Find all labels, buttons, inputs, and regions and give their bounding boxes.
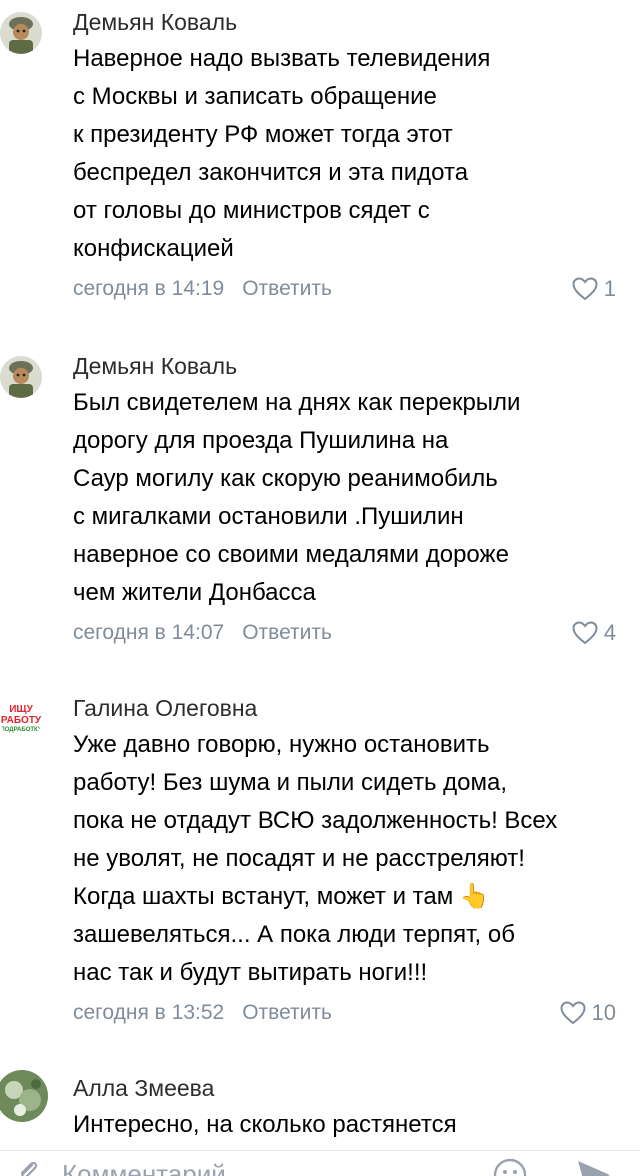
like-button[interactable]: 4 [572,620,616,646]
comment-time: сегодня в 13:52 [73,1001,225,1024]
avatar-text-line: РАБОТУ [0,715,42,726]
comment-text: Уже давно говорю, нужно остановить работ… [73,731,558,986]
heart-icon [572,621,598,645]
comment-input[interactable]: Комментарий [62,1159,226,1176]
emoji-icon[interactable] [492,1157,528,1176]
send-icon[interactable] [574,1157,614,1176]
attach-icon[interactable] [14,1157,42,1176]
avatar[interactable] [0,1070,48,1122]
avatar[interactable] [0,356,42,398]
comment-text: Наверное надо вызвать телевидения с Моск… [73,45,491,262]
comment-author[interactable]: Демьян Коваль [73,352,616,380]
comment-author[interactable]: Демьян Коваль [73,8,616,36]
avatar[interactable]: ИЩУ РАБОТУ ПОДРАБОТКУ [0,698,42,740]
like-count: 10 [591,1000,616,1025]
avatar-image [0,12,42,54]
like-count: 1 [603,276,616,301]
like-button[interactable]: 1 [572,276,616,302]
comment-author[interactable]: Алла Змеева [73,1074,616,1102]
like-count: 4 [603,620,616,645]
comment: ИЩУ РАБОТУ ПОДРАБОТКУ Галина Олеговна Уж… [0,694,640,1030]
reply-button[interactable]: Ответить [242,621,332,645]
avatar-text-line: ПОДРАБОТКУ [0,727,42,733]
comment-meta: сегодня в 14:19 Ответить 1 [73,272,616,306]
comment-meta: сегодня в 14:07 Ответить 4 [73,616,616,650]
comment-meta: сегодня в 13:52 Ответить 10 [73,996,616,1030]
comment-text: Был свидетелем на днях как перекрыли дор… [73,389,521,606]
comment-time: сегодня в 14:07 [73,621,225,644]
comment-composer: Комментарий [0,1150,640,1176]
comment: Демьян Коваль Наверное надо вызвать теле… [0,8,640,306]
avatar-image [0,356,42,398]
reply-button[interactable]: Ответить [242,277,332,301]
comment: Демьян Коваль Был свидетелем на днях как… [0,352,640,650]
reply-button[interactable]: Ответить [242,1001,332,1025]
avatar[interactable] [0,12,42,54]
heart-icon [560,1001,586,1025]
comment-text: Интересно, на сколько растянется [73,1111,457,1138]
avatar-text-line: ИЩУ [9,704,33,715]
like-button[interactable]: 10 [560,1000,616,1026]
comment-time: сегодня в 14:19 [73,277,225,300]
comments-feed: Демьян Коваль Наверное надо вызвать теле… [0,0,640,1150]
avatar-image [0,1070,48,1122]
heart-icon [572,277,598,301]
comment: Алла Змеева Интересно, на сколько растян… [0,1070,640,1144]
comment-author[interactable]: Галина Олеговна [73,694,616,722]
